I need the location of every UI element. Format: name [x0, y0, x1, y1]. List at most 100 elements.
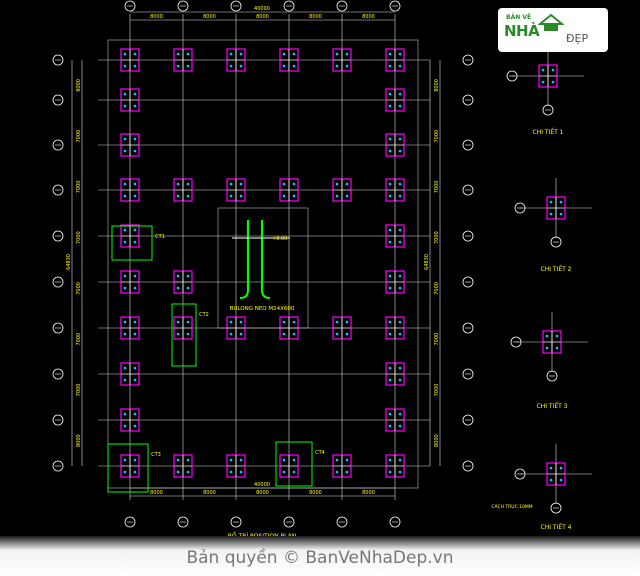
anchor-bolt [229, 52, 233, 56]
anchor-bolt [133, 378, 137, 382]
left-dimension-text: 7000 [76, 384, 82, 397]
anchor-bolt [133, 412, 137, 416]
anchor-bolt [388, 149, 392, 153]
steel-column [120, 88, 140, 112]
anchor-bolt [398, 274, 402, 278]
anchor-bolt [335, 194, 339, 198]
steel-column [279, 48, 299, 72]
anchor-bolt [123, 274, 127, 278]
left-total-dimension: 64830 [66, 254, 72, 270]
anchor-bolt [186, 52, 190, 56]
anchor-bolt [239, 52, 243, 56]
detail-callout-tag: CT2 [199, 312, 209, 318]
top-dimension-text: 8000 [256, 14, 269, 20]
detail-callout-box [275, 441, 313, 487]
anchor-bolt [335, 470, 339, 474]
anchor-bolt [398, 366, 402, 370]
anchor-bolt [123, 470, 127, 474]
left-dimension-text: 7000 [76, 231, 82, 244]
steel-column [120, 362, 140, 386]
anchor-bolt [123, 286, 127, 290]
top-dimension-text: 8000 [150, 14, 163, 20]
anchor-bolt [123, 137, 127, 141]
level-label: +0.00 [272, 236, 287, 242]
anchor-hook [239, 289, 249, 299]
anchor-bolt [398, 470, 402, 474]
anchor-bolt [398, 194, 402, 198]
anchor-bolt [229, 332, 233, 336]
anchor-bolt [123, 458, 127, 462]
anchor-bolt [555, 334, 559, 338]
anchor-bolt [133, 137, 137, 141]
steel-column [385, 48, 405, 72]
steel-column [385, 454, 405, 478]
steel-column [385, 88, 405, 112]
copyright-footer: Bản quyền © BanVeNhaDep.vn [0, 536, 640, 576]
anchor-bolt [545, 334, 549, 338]
steel-column [226, 48, 246, 72]
anchor-bolt [133, 104, 137, 108]
anchor-bolt [388, 470, 392, 474]
anchor-bolt [176, 64, 180, 68]
right-dimension-text: 7000 [434, 282, 440, 295]
anchor-bolt [335, 458, 339, 462]
steel-column [120, 48, 140, 72]
detail-4-column [546, 462, 566, 486]
bottom-dimension-text: 8000 [203, 490, 216, 496]
anchor-bolt [282, 182, 286, 186]
left-dimension-text: 7000 [76, 181, 82, 194]
anchor-bolt [133, 64, 137, 68]
steel-column [173, 178, 193, 202]
anchor-bolt [229, 64, 233, 68]
anchor-bolt [398, 424, 402, 428]
anchor-bolt [229, 182, 233, 186]
anchor-bolt [176, 182, 180, 186]
detail-3-label: CHI TIẾT 3 [537, 402, 568, 410]
anchor-bolt [292, 64, 296, 68]
cad-drawing: 40000 8000 8000 8000 8000 8000 40000 8000 8000 80… [52, 0, 592, 536]
steel-column [120, 178, 140, 202]
anchor-bolt [388, 194, 392, 198]
anchor-bolt [335, 64, 339, 68]
anchor-bolt [335, 182, 339, 186]
anchor-bolt [388, 320, 392, 324]
anchor-bolt [345, 458, 349, 462]
anchor-bolt [398, 92, 402, 96]
anchor-bolt [133, 274, 137, 278]
steel-column [385, 270, 405, 294]
anchor-bolt [398, 149, 402, 153]
anchor-bolt [559, 478, 563, 482]
steel-column [120, 270, 140, 294]
anchor-bolt [388, 104, 392, 108]
anchor-bolt [186, 64, 190, 68]
anchor-bolt [388, 412, 392, 416]
anchor-bolt [282, 64, 286, 68]
anchor-bolt [559, 466, 563, 470]
anchor-bolt [133, 52, 137, 56]
anchor-bolt [133, 320, 137, 324]
bottom-dimension-text: 8000 [150, 490, 163, 496]
anchor-bolt [239, 470, 243, 474]
anchor-bolt [559, 212, 563, 216]
anchor-bolt [398, 64, 402, 68]
anchor-bolt [282, 470, 286, 474]
detail-2-label: CHI TIẾT 2 [541, 265, 572, 273]
steel-column [385, 224, 405, 248]
anchor-bolt [176, 320, 180, 324]
anchor-bolt [398, 412, 402, 416]
anchor-bolt [335, 332, 339, 336]
anchor-bolt [176, 274, 180, 278]
anchor-bolt [133, 424, 137, 428]
anchor-bolt [398, 286, 402, 290]
anchor-bolt [239, 332, 243, 336]
anchor-bolt [388, 64, 392, 68]
anchor-bolt [239, 64, 243, 68]
anchor-bolt [388, 458, 392, 462]
anchor-bolt [388, 92, 392, 96]
bottom-dimension-text: 8000 [256, 490, 269, 496]
anchor-bolt [549, 212, 553, 216]
top-total-dimension: 40000 [254, 6, 270, 12]
anchor-bolt [123, 182, 127, 186]
anchor-bolt [388, 378, 392, 382]
anchor-bolt [186, 194, 190, 198]
